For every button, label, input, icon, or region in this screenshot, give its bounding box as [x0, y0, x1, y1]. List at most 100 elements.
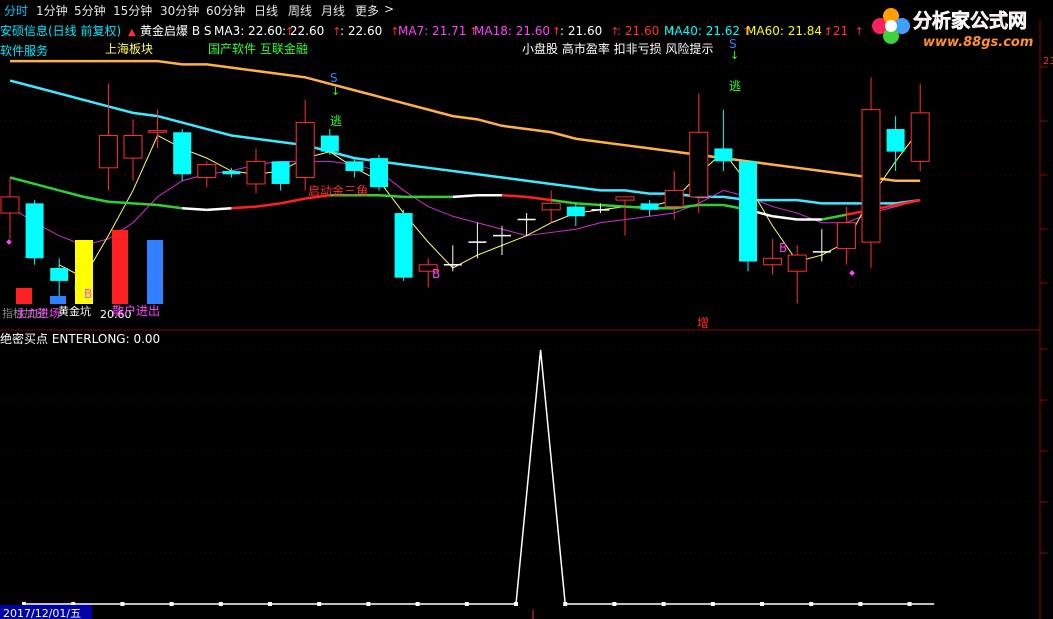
enterlong-point — [464, 602, 469, 606]
tag-warning: 小盘股 高市盈率 扣非亏损 风险提示 — [522, 41, 713, 56]
ma-label-4: MA18: 21.60 — [474, 24, 550, 38]
candle-body — [664, 189, 684, 208]
escape-marker: 逃 — [330, 114, 342, 128]
ma-label-2: : 22.60 — [340, 24, 382, 38]
candle-body — [271, 161, 290, 184]
logo-name: 分析家公式网 — [913, 9, 1027, 32]
candle-body — [25, 203, 44, 259]
tag-shanghai: 上海板块 — [105, 41, 153, 56]
stock-title: 安硕信息(日线 前复权) — [0, 23, 121, 38]
block-small — [50, 296, 66, 304]
enterlong-point — [169, 602, 174, 606]
tag-software: 软件服务 — [0, 43, 48, 58]
candle-body — [886, 129, 905, 152]
b-marker-3: B — [779, 241, 787, 255]
ma18-segment — [9, 176, 35, 186]
candle-body — [320, 135, 339, 152]
enterlong-point — [858, 602, 863, 606]
ma40-line — [9, 79, 921, 205]
candle-body — [739, 161, 757, 262]
ma18-segment — [378, 194, 404, 199]
candle-body — [246, 160, 266, 185]
ma18-segment — [58, 189, 85, 199]
block-zhu — [16, 288, 32, 304]
huangjin-label: 黄金坑 — [58, 304, 91, 318]
ma18-segment — [83, 195, 109, 203]
ma18-segment — [526, 195, 552, 202]
candle-body — [173, 132, 192, 175]
enterlong-point — [120, 602, 125, 606]
sub-panel-title: 绝密买点 ENTERLONG: 0.00 — [0, 331, 160, 346]
enterlong-point — [268, 602, 272, 606]
candle-body — [541, 202, 561, 211]
candle-body — [148, 130, 168, 133]
enterlong-point — [317, 602, 322, 606]
ma18-segment — [280, 197, 306, 205]
candle-body — [689, 131, 709, 198]
logo-88gs: 分析家公式网 www.88gs.com — [858, 2, 1053, 50]
block-sanhu — [112, 230, 128, 304]
ma-label-6: : 21.60 — [617, 24, 659, 38]
b-marker: B — [84, 287, 92, 301]
enterlong-point — [366, 602, 371, 606]
zhu-label: 主力进场 — [16, 306, 60, 320]
candle-body — [566, 206, 585, 217]
enterlong-point — [514, 602, 518, 606]
ma18-segment — [157, 203, 183, 210]
ma18-segment — [575, 202, 601, 207]
candle-body — [861, 109, 881, 243]
ma-label-7: MA40: 21.62 — [664, 24, 740, 38]
ma18-segment — [821, 213, 847, 221]
ma18-segment — [501, 194, 527, 199]
candle-body — [123, 134, 143, 159]
block-blue — [147, 240, 163, 304]
enterlong-point — [809, 602, 814, 606]
ma18-segment — [772, 215, 798, 221]
right-axis-label: 23 — [1043, 56, 1053, 67]
enterlong-point — [710, 602, 715, 606]
indicator-name: 黄金启爆 B S — [140, 23, 211, 38]
enterlong-point — [760, 602, 764, 606]
enterlong-point — [563, 602, 568, 606]
candle-body — [787, 254, 807, 272]
ma-label-9: : 21 — [825, 24, 848, 38]
ma18-segment — [108, 200, 134, 205]
ma18-segment — [452, 194, 478, 199]
qidong-label: 启动金三角 — [308, 183, 368, 198]
down-arrow-icon: ↓ — [331, 85, 340, 98]
escape-marker-2: 逃 — [729, 79, 741, 93]
ma18-segment — [182, 206, 207, 212]
enterlong-point — [661, 602, 666, 606]
ma-label-5: : 21.60 — [560, 24, 602, 38]
logo-url: www.88gs.com — [923, 35, 1033, 50]
candle-body — [836, 222, 856, 250]
candle-body — [345, 161, 364, 172]
enterlong-point — [907, 602, 912, 606]
candle-body — [910, 112, 930, 162]
kline-chart: 23安硕信息(日线 前复权) ▲ 黄金启爆 B S MA3: 22.60 ↑: 22.6… — [0, 20, 1053, 619]
enterlong-point — [218, 602, 223, 606]
ma18-segment — [600, 203, 626, 208]
up-arrow-icon: ▲ — [128, 27, 136, 38]
diamond-marker — [6, 239, 12, 245]
sanhu-label: 散户进出 — [112, 303, 160, 318]
candle-body — [222, 171, 241, 175]
enterlong-point — [612, 602, 617, 606]
candle-body — [98, 134, 118, 169]
candle-body — [197, 164, 217, 178]
ma18-segment — [132, 202, 158, 207]
enterlong-point — [415, 602, 420, 606]
ma18-segment — [231, 205, 257, 210]
candle-body — [394, 213, 413, 278]
candle-body — [370, 158, 388, 188]
ma-label-3: MA7: 21.71 — [398, 24, 466, 38]
candle-body — [714, 148, 733, 162]
candle-body — [295, 122, 315, 178]
ma18-segment — [255, 202, 281, 208]
ma-label-8: MA60: 21.84 — [746, 24, 822, 38]
ma-label-0: MA3: 22.60 — [214, 24, 282, 38]
s-marker: S — [330, 71, 338, 85]
candle-body — [615, 196, 635, 201]
ma18-segment — [206, 206, 232, 212]
candle-body — [0, 196, 20, 214]
